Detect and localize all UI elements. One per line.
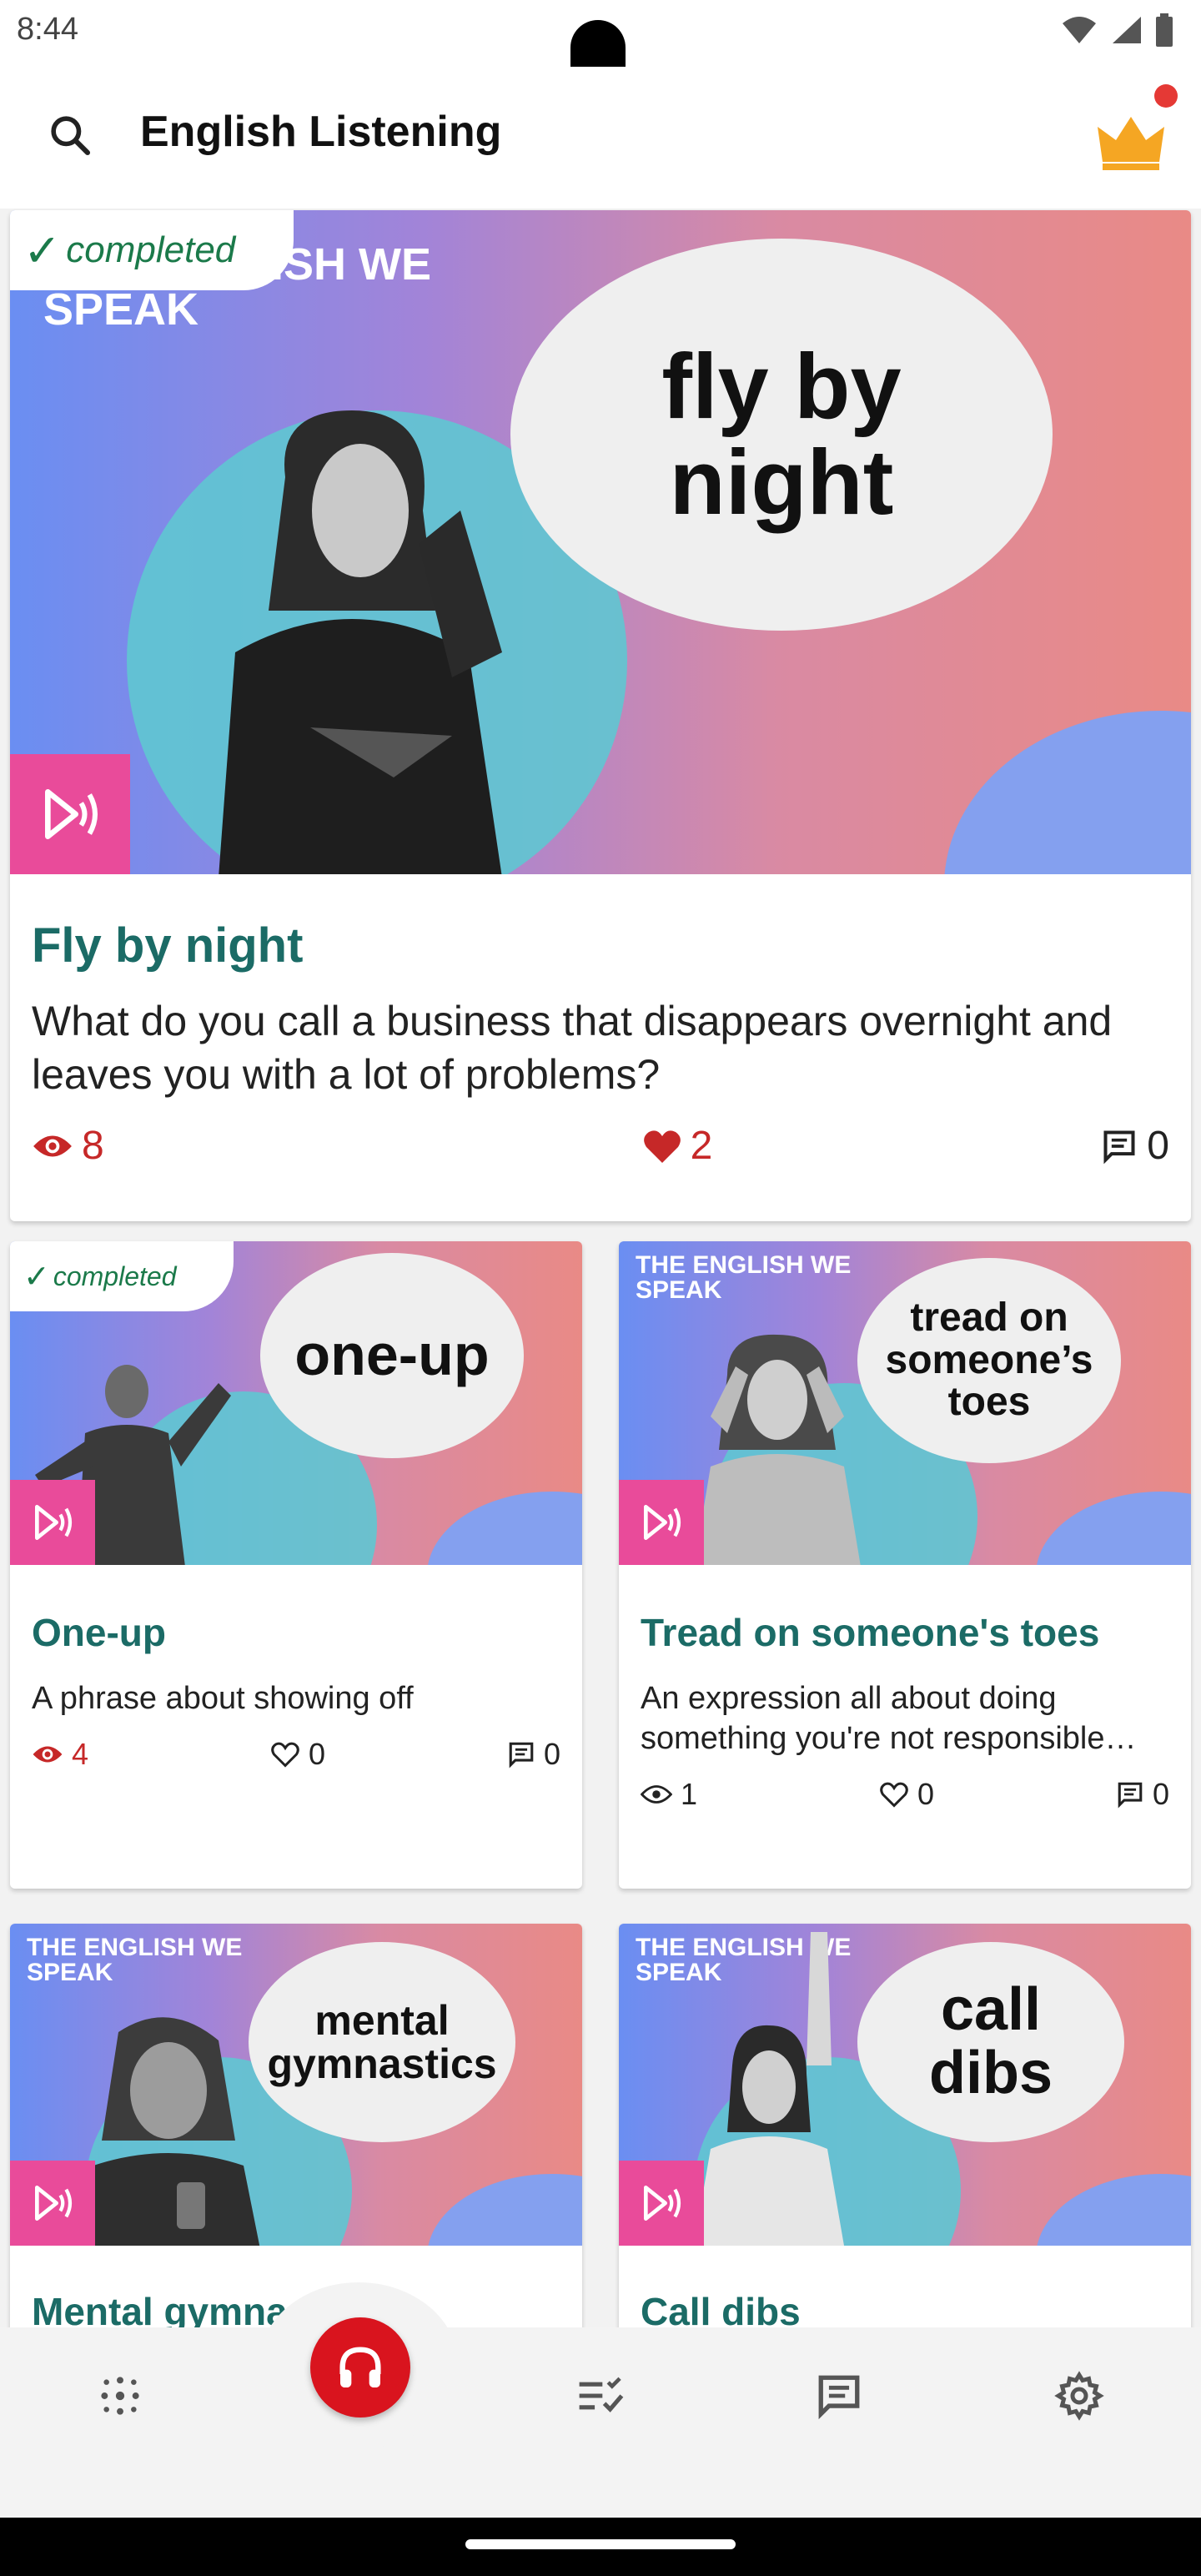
- likes-count: 0: [308, 1737, 326, 1771]
- audio-badge: [10, 1480, 95, 1565]
- card-title: Fly by night: [32, 918, 304, 973]
- nav-comments-button[interactable]: [806, 2362, 872, 2429]
- audio-badge: [10, 2161, 95, 2246]
- page-title: English Listening: [140, 108, 502, 156]
- card-description: What do you call a business that disappe…: [32, 998, 1113, 1098]
- heart-outline-icon: [271, 1742, 299, 1768]
- audio-icon: [35, 1505, 73, 1540]
- series-label: THE ENGLISH WE SPEAK: [636, 1251, 852, 1304]
- lesson-card[interactable]: THE ENGLISH WE SPEAK tread on someone’s …: [619, 1241, 1191, 1889]
- views-stat: 8: [32, 1123, 104, 1169]
- views-count: 4: [72, 1737, 89, 1771]
- likes-stat[interactable]: 2: [642, 1123, 713, 1169]
- speech-bubble: mental gymnastics: [249, 1942, 515, 2142]
- comments-count: 0: [543, 1737, 560, 1771]
- card-description: A phrase about showing off: [32, 1681, 414, 1716]
- checkmark-icon: ✓: [23, 1259, 50, 1295]
- nav-discover-button[interactable]: [87, 2362, 153, 2429]
- audio-badge: [10, 754, 130, 874]
- headphones-icon: [339, 2347, 381, 2387]
- comments-stat[interactable]: 0: [507, 1737, 560, 1772]
- search-button[interactable]: [38, 103, 102, 167]
- battery-icon: [1156, 13, 1173, 47]
- heart-outline-icon: [880, 1782, 908, 1808]
- views-count: 1: [681, 1777, 698, 1811]
- status-time: 8:44: [17, 12, 78, 47]
- audio-icon: [45, 789, 98, 839]
- speech-bubble: tread on someone’s toes: [857, 1258, 1121, 1463]
- audio-icon: [644, 1505, 681, 1540]
- likes-count: 0: [917, 1777, 935, 1811]
- checklist-icon: [579, 2377, 624, 2412]
- audio-icon: [644, 2186, 681, 2221]
- card-description: An expression all about doing something …: [641, 1681, 1137, 1756]
- status-icons: [1061, 13, 1174, 47]
- views-stat: 4: [32, 1737, 88, 1772]
- series-label: THE ENGLISH WE SPEAK: [27, 1934, 243, 1986]
- card-thumbnail: THE ENGLISH WE SPEAK call dibs: [619, 1924, 1191, 2246]
- checkmark-icon: ✓: [23, 225, 62, 276]
- person-image: [219, 410, 502, 874]
- notification-dot: [1154, 84, 1178, 108]
- dots-grid-icon: [101, 2377, 139, 2415]
- eye-icon: [33, 1135, 72, 1156]
- card-thumbnail: one-up ✓ completed: [10, 1241, 582, 1565]
- wifi-icon: [1063, 17, 1096, 43]
- completed-tag: ✓ completed: [10, 1241, 234, 1311]
- lesson-card[interactable]: one-up ✓ completed One-up A phrase about…: [10, 1241, 582, 1889]
- search-icon: [51, 116, 91, 156]
- featured-thumbnail: THE ENGLISH WE SPEAK fly by night ✓ comp…: [10, 210, 1191, 874]
- speech-bubble: one-up: [260, 1253, 524, 1458]
- gear-icon: [1054, 2371, 1104, 2421]
- card-title: Tread on someone's toes: [641, 1611, 1100, 1654]
- card-stats: 8 2 0: [32, 1123, 1169, 1169]
- nav-settings-button[interactable]: [1046, 2362, 1113, 2429]
- featured-card[interactable]: THE ENGLISH WE SPEAK fly by night ✓ comp…: [10, 210, 1191, 1221]
- audio-icon: [35, 2186, 73, 2221]
- comment-icon: [818, 2375, 860, 2420]
- card-thumbnail: THE ENGLISH WE SPEAK mental gymnastics: [10, 1924, 582, 2246]
- app-bar: English Listening: [0, 67, 1201, 209]
- comment-icon: [1118, 1782, 1143, 1809]
- signal-icon: [1113, 17, 1141, 43]
- audio-badge: [619, 1480, 704, 1565]
- views-stat: 1: [641, 1777, 697, 1812]
- views-count: 8: [82, 1124, 104, 1168]
- eye-icon: [641, 1785, 672, 1804]
- nav-checklist-button[interactable]: [567, 2362, 634, 2429]
- heart-filled-icon: [643, 1130, 681, 1163]
- completed-label: completed: [66, 229, 236, 270]
- speech-bubble: call dibs: [857, 1942, 1124, 2142]
- crown-icon: [1098, 117, 1164, 170]
- comments-count: 0: [1152, 1777, 1169, 1811]
- premium-button[interactable]: [1089, 97, 1173, 177]
- status-bar: 8:44: [0, 0, 1201, 67]
- card-stats: 4 0 0: [32, 1737, 560, 1772]
- audio-badge: [619, 2161, 704, 2246]
- comments-stat[interactable]: 0: [1116, 1777, 1169, 1812]
- card-thumbnail: THE ENGLISH WE SPEAK tread on someone’s …: [619, 1241, 1191, 1565]
- card-title: One-up: [32, 1611, 166, 1654]
- home-gesture-handle[interactable]: [465, 2539, 736, 2549]
- likes-stat[interactable]: 0: [270, 1737, 325, 1772]
- person-image: [694, 1334, 861, 1565]
- comments-count: 0: [1147, 1124, 1169, 1168]
- likes-count: 2: [690, 1124, 713, 1168]
- comments-stat[interactable]: 0: [1100, 1123, 1169, 1169]
- card-stats: 1 0 0: [641, 1777, 1169, 1812]
- likes-stat[interactable]: 0: [879, 1777, 934, 1812]
- eye-icon: [33, 1746, 63, 1763]
- listen-fab-button[interactable]: [310, 2317, 410, 2418]
- comment-icon: [1103, 1130, 1135, 1164]
- comment-icon: [509, 1742, 534, 1768]
- speech-bubble: fly by night: [510, 239, 1053, 631]
- camera-cutout: [570, 20, 626, 67]
- completed-label: completed: [53, 1260, 177, 1291]
- completed-tag: ✓ completed: [10, 210, 294, 290]
- person-image: [694, 1932, 844, 2246]
